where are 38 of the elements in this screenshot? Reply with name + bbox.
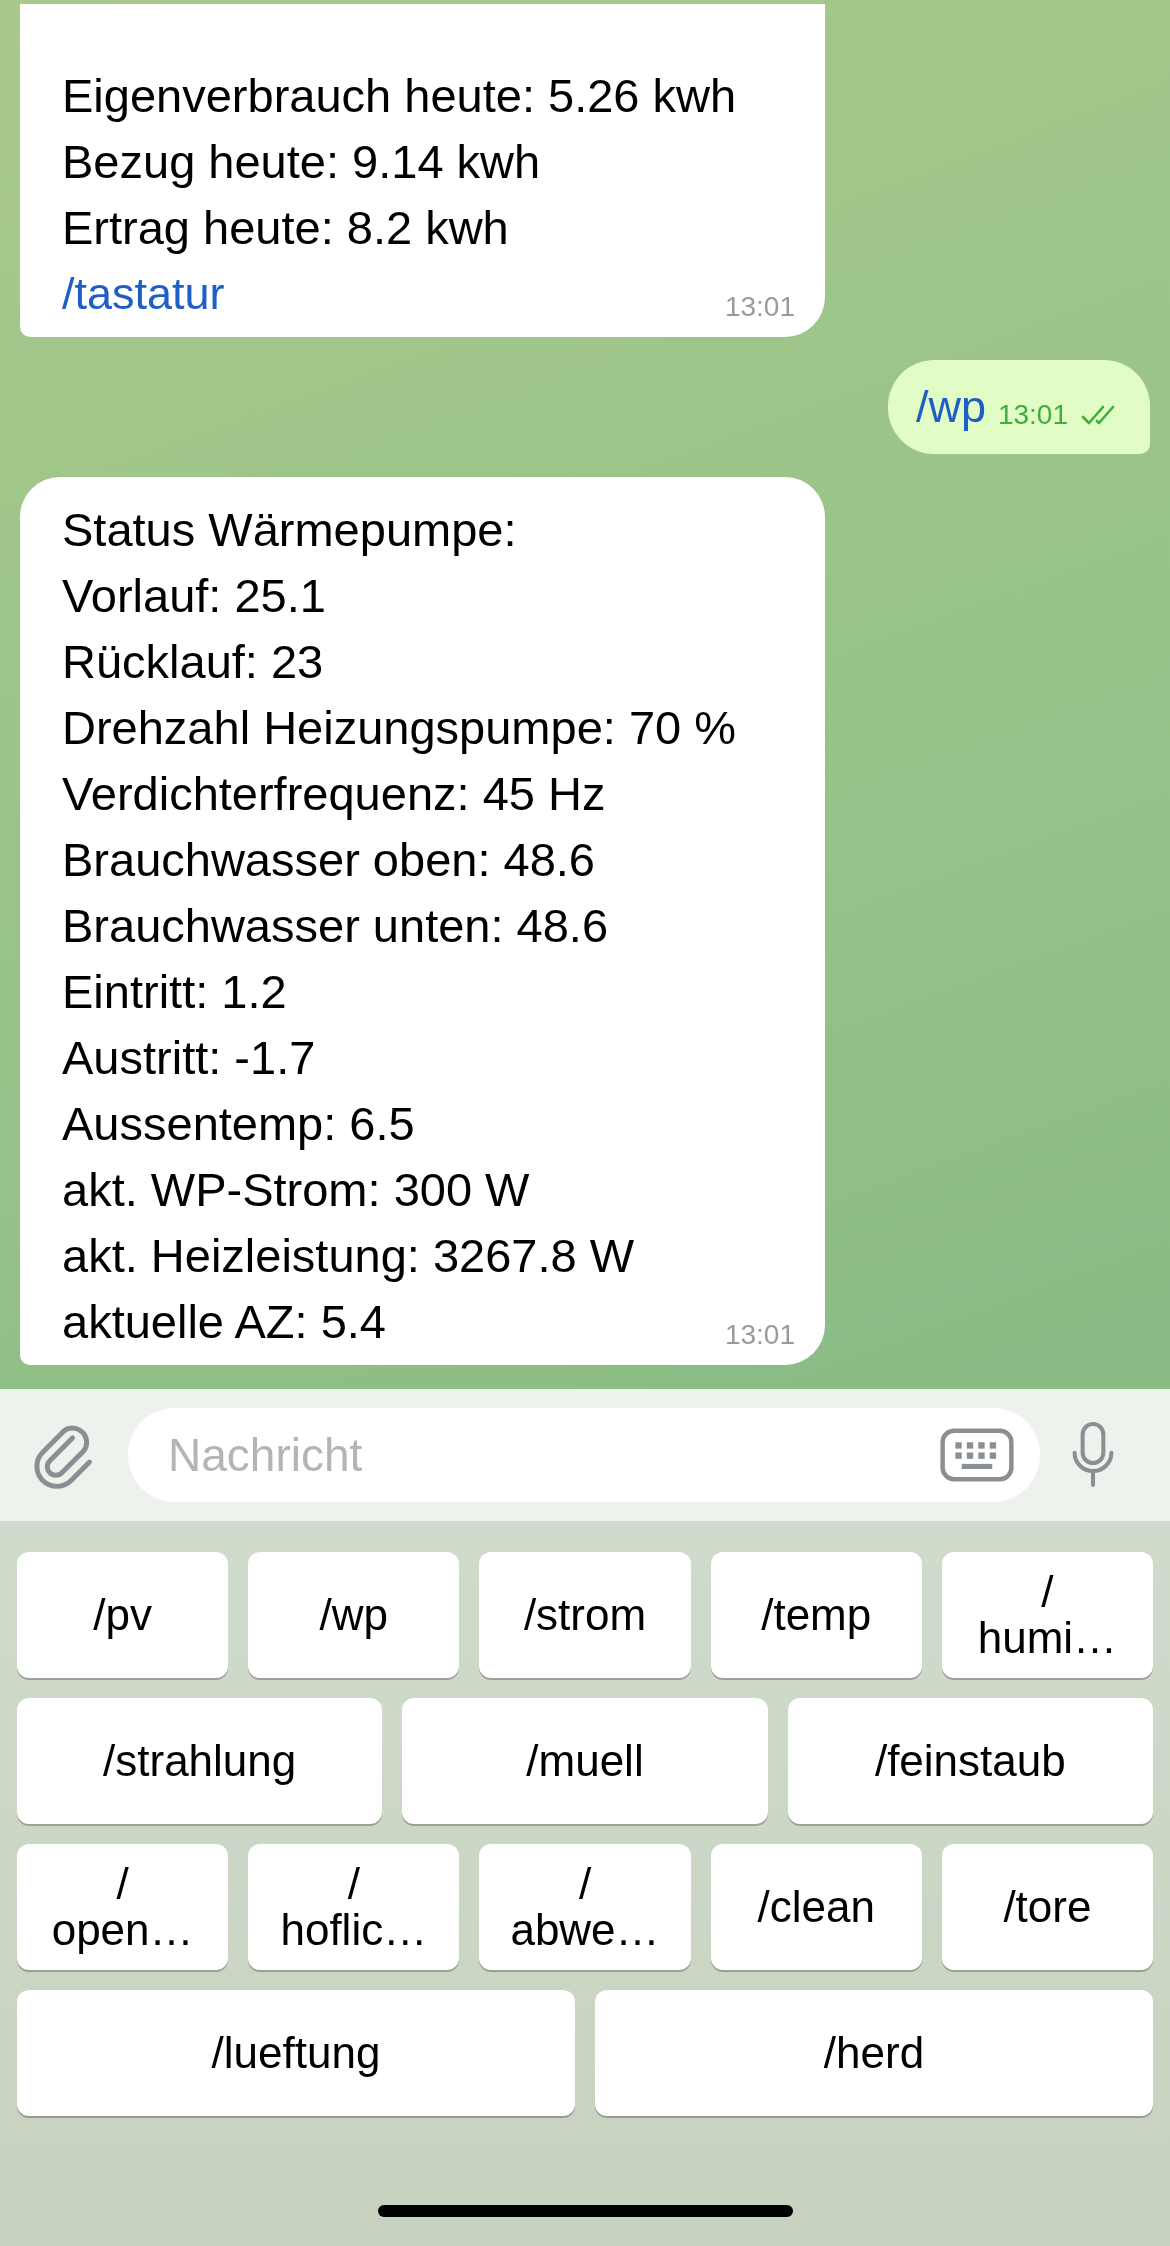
message-text: Eigenverbrauch heute: 5.26 kwh (62, 68, 738, 124)
message-text: Aussentemp: 6.5 (62, 1096, 416, 1152)
keyboard-button[interactable]: /strahlung (17, 1698, 383, 1824)
message-text: Status Wärmepumpe: (62, 502, 518, 558)
message-text: aktuelle AZ: 5.4 (62, 1294, 386, 1350)
keyboard-button[interactable]: /temp (710, 1552, 922, 1678)
command-link[interactable]: /tastatur (62, 261, 225, 327)
keyboard-button[interactable]: /tore (941, 1844, 1153, 1970)
keyboard-button[interactable]: /wp (248, 1552, 460, 1678)
keyboard-button[interactable]: / open… (17, 1844, 229, 1970)
message-time: 13:01 (724, 1319, 795, 1352)
keyboard-button[interactable]: /clean (710, 1844, 922, 1970)
keyboard-button[interactable]: /herd (595, 1990, 1153, 2116)
message-text: Verdichterfrequenz: 45 Hz (62, 766, 607, 822)
message-text: Brauchwasser unten: 48.6 (62, 898, 610, 954)
keyboard-button[interactable]: /pv (17, 1552, 229, 1678)
message-text: Austritt: -1.7 (62, 1030, 317, 1086)
message-text: Drehzahl Heizungspumpe: 70 % (62, 700, 738, 756)
message-text: Eintritt: 1.2 (62, 964, 288, 1020)
message-text: Vorlauf: 25.1 (62, 568, 327, 624)
keyboard-button[interactable]: /feinstaub (787, 1698, 1153, 1824)
message-text: Ertrag heute: 8.2 kwh (62, 200, 510, 256)
message-text: Bezug heute: 9.14 kwh (62, 134, 542, 190)
keyboard-icon[interactable] (938, 1427, 1016, 1483)
command-link[interactable]: /wp (915, 374, 986, 440)
message-time: 13:01 (997, 398, 1068, 431)
keyboard-button[interactable]: / hoflic… (248, 1844, 460, 1970)
message-text: akt. WP-Strom: 300 W (62, 1162, 531, 1218)
message-time: 13:01 (724, 291, 795, 324)
message-text: akt. Heizleistung: 3267.8 W (62, 1228, 636, 1284)
message-text: Rücklauf: 23 (62, 634, 325, 690)
keyboard-button[interactable]: /strom (479, 1552, 691, 1678)
message-input-field[interactable]: Nachricht (128, 1408, 1040, 1502)
message-text: Brauchwasser oben: 48.6 (62, 832, 596, 888)
keyboard-button[interactable]: /lueftung (17, 1990, 575, 2116)
keyboard-button[interactable]: / abwe… (479, 1844, 691, 1970)
keyboard-button[interactable]: /muell (402, 1698, 768, 1824)
keyboard-button[interactable]: / humi… (941, 1552, 1153, 1678)
